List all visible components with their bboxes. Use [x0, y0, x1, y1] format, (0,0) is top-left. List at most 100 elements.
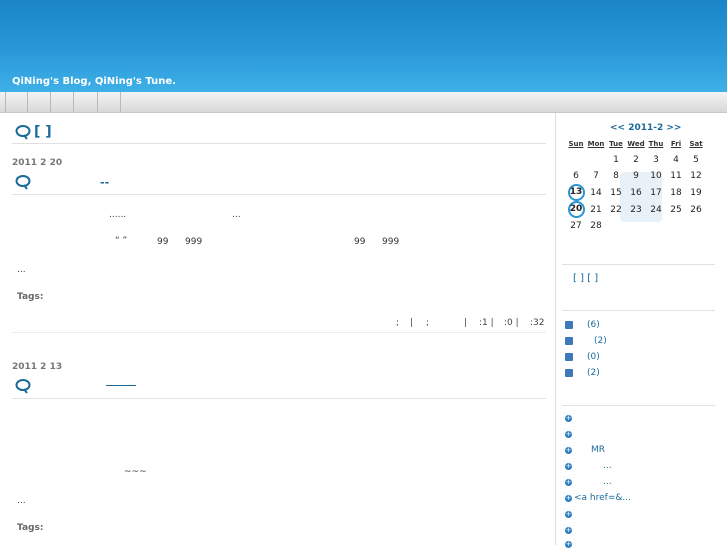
calendar-day	[566, 152, 586, 168]
calendar-day-label[interactable]: 13	[567, 184, 585, 201]
calendar-day: 7	[593, 171, 599, 181]
calendar-day: 21	[590, 204, 602, 215]
calendar-day: 6	[573, 171, 579, 181]
post-meta[interactable]: :1 |	[479, 318, 494, 328]
calendar-day: 14	[590, 187, 602, 198]
sidebar-list-label[interactable]: <a href=&...	[574, 493, 631, 503]
weekday-header: Fri	[670, 140, 682, 148]
post-text: ...	[17, 496, 26, 506]
post-text: ...	[232, 210, 241, 220]
post-text: ...	[17, 265, 26, 275]
tags-label: Tags:	[17, 292, 44, 302]
post-title-link[interactable]	[106, 385, 136, 386]
nav-divider	[27, 92, 28, 112]
calendar-day: 3	[653, 155, 659, 165]
calendar-week: 20 21 22 23 24 25 26	[566, 201, 706, 218]
main-content	[0, 113, 553, 545]
calendar: Sun Mon Tue Wed Thu Fri Sat 1 2 3 4 5 6 …	[566, 136, 706, 234]
weekday-header: Wed	[627, 140, 645, 148]
calendar-day	[666, 218, 686, 234]
rss-icon[interactable]	[565, 369, 573, 377]
post-meta: ;	[426, 318, 430, 328]
post-meta: |	[410, 318, 414, 328]
plus-icon[interactable]: +	[565, 447, 572, 454]
calendar-day-label[interactable]: 20	[567, 201, 585, 218]
calendar-day: 8	[613, 171, 619, 181]
speech-bubble-icon	[15, 379, 31, 394]
calendar-day: 12	[690, 171, 702, 181]
speech-bubble-icon	[15, 175, 31, 190]
post-text: 999	[382, 237, 400, 247]
sidebar-list-label[interactable]: ...	[603, 477, 612, 487]
nav-divider	[97, 92, 98, 112]
sidebar-links[interactable]: [ ] [ ]	[573, 273, 598, 284]
calendar-day: 27	[570, 221, 582, 231]
post-text: ......	[109, 210, 127, 220]
sidebar-list-label[interactable]: ...	[603, 461, 612, 471]
calendar-week: 1 2 3 4 5	[566, 152, 706, 168]
weekday-header: Mon	[587, 140, 605, 148]
calendar-week: 27 28	[566, 218, 706, 234]
nav-bar	[0, 92, 727, 113]
plus-icon[interactable]: +	[565, 511, 572, 518]
post-text: “ ”	[115, 236, 128, 246]
post-meta: ;	[396, 318, 400, 328]
calendar-day: 2	[633, 155, 639, 165]
category-count[interactable]: (2)	[594, 336, 607, 346]
calendar-day	[606, 218, 626, 234]
category-count[interactable]: (0)	[587, 352, 600, 362]
calendar-day-linked[interactable]: 13	[566, 184, 586, 201]
post-meta: |	[464, 318, 468, 328]
plus-icon[interactable]: +	[565, 415, 572, 422]
plus-icon[interactable]: +	[565, 463, 572, 470]
calendar-week: 13 14 15 16 17 18 19	[566, 184, 706, 201]
sidebar-list-label[interactable]: MR	[591, 445, 605, 455]
weekday-header: Tue	[609, 140, 623, 148]
weekday-header: Thu	[648, 140, 664, 148]
calendar-day: 1	[613, 155, 619, 165]
calendar-day	[626, 218, 646, 234]
rss-icon[interactable]	[565, 321, 573, 329]
post-title[interactable]: --	[100, 176, 109, 189]
post-text: 999	[185, 237, 203, 247]
nav-divider	[5, 92, 6, 112]
calendar-day: 9	[633, 171, 639, 181]
calendar-day: 16	[630, 187, 642, 198]
plus-icon[interactable]: +	[565, 479, 572, 486]
post-meta[interactable]: :32	[530, 318, 544, 328]
calendar-day-linked[interactable]: 20	[566, 201, 586, 218]
calendar-day	[646, 218, 666, 234]
rss-icon[interactable]	[565, 337, 573, 345]
post-text: ~~~	[124, 467, 147, 477]
post-meta[interactable]: :0 |	[504, 318, 519, 328]
calendar-header-row: Sun Mon Tue Wed Thu Fri Sat	[566, 136, 706, 152]
plus-icon[interactable]: +	[565, 495, 572, 502]
calendar-day	[586, 152, 606, 168]
nav-divider	[73, 92, 74, 112]
calendar-day: 15	[610, 187, 622, 198]
calendar-day: 24	[650, 204, 662, 215]
divider	[12, 194, 546, 195]
divider	[12, 143, 546, 144]
calendar-day: 17	[650, 187, 662, 198]
post-date: 2011 2 13	[12, 362, 63, 372]
divider	[562, 310, 715, 311]
calendar-nav[interactable]: << 2011-2 >>	[610, 123, 681, 133]
post-date: 2011 2 20	[12, 158, 63, 168]
page-heading: [ ]	[34, 124, 52, 140]
weekday-header: Sat	[689, 140, 703, 148]
rss-icon[interactable]	[565, 353, 573, 361]
blog-title[interactable]: QiNing's Blog, QiNing's Tune.	[12, 76, 176, 87]
calendar-day: 25	[670, 204, 682, 215]
calendar-day: 10	[650, 171, 662, 181]
divider	[12, 332, 546, 333]
category-count[interactable]: (2)	[587, 368, 600, 378]
divider	[12, 398, 546, 399]
calendar-day: 23	[630, 204, 642, 215]
plus-icon[interactable]: +	[565, 431, 572, 438]
category-count[interactable]: (6)	[587, 320, 600, 330]
plus-icon[interactable]: +	[565, 527, 572, 534]
calendar-day: 26	[690, 204, 702, 215]
calendar-day: 18	[670, 187, 682, 198]
nav-divider	[120, 92, 121, 112]
